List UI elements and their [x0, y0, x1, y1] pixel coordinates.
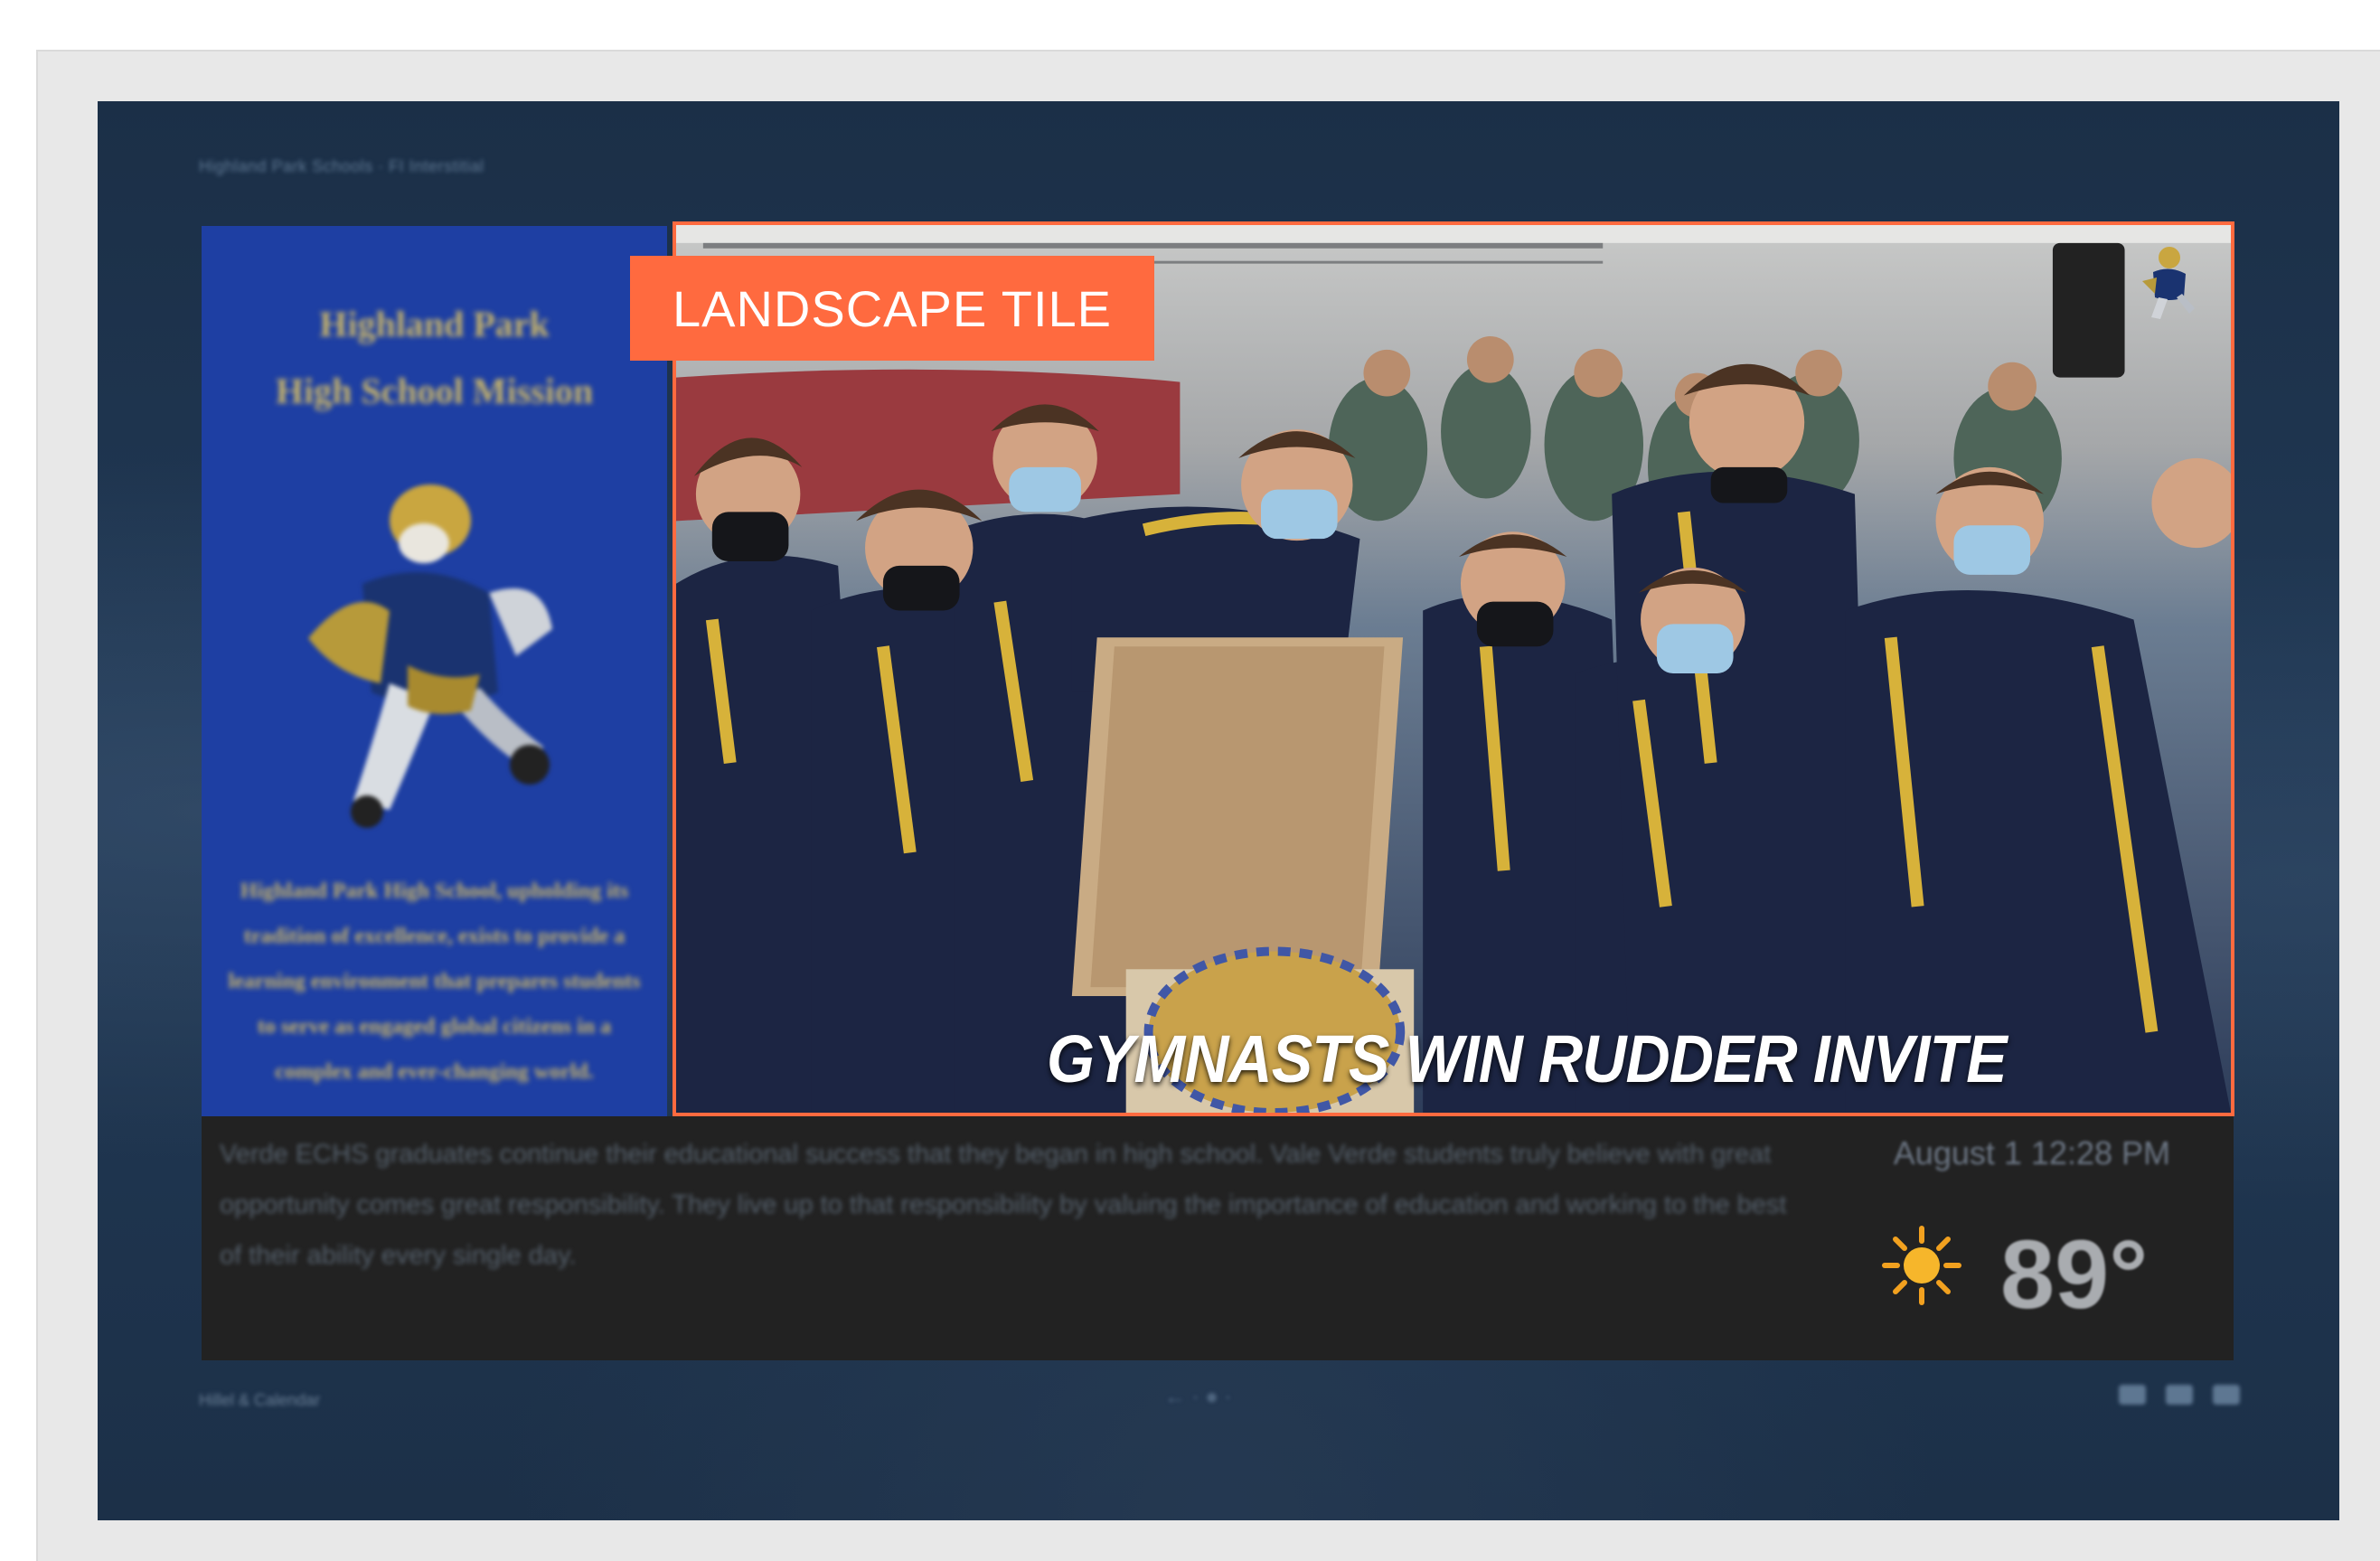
- mission-title: Highland Park High School Mission: [202, 291, 667, 425]
- landscape-tile-badge: LANDSCAPE TILE: [630, 256, 1154, 361]
- footer-pager: ← · ● ·: [1164, 1385, 1232, 1409]
- date-time: August 1 12:28 PM: [1893, 1134, 2170, 1171]
- scot-mascot-icon: [2142, 247, 2195, 319]
- footer-label: Hillel & Calendar: [199, 1391, 321, 1409]
- tile-headline: GYMNASTS WIN RUDDER INVITE: [1047, 1021, 2008, 1096]
- ticker-text: Verde ECHS graduates continue their educ…: [220, 1140, 1787, 1270]
- status-icon: [2166, 1385, 2193, 1405]
- mission-title-line2: High School Mission: [275, 371, 594, 411]
- mission-panel: Highland Park High School Mission Highla…: [202, 226, 667, 1116]
- mission-body: Highland Park High School, upholding its…: [228, 879, 641, 1084]
- mission-title-line1: Highland Park: [319, 304, 550, 344]
- signage-screen-preview: Highland Park Schools · FI Interstitial …: [98, 101, 2339, 1520]
- news-ticker: Verde ECHS graduates continue their educ…: [202, 1116, 2234, 1360]
- status-icon: [2119, 1385, 2146, 1405]
- sun-icon: [1882, 1226, 1961, 1305]
- breadcrumb: Highland Park Schools · FI Interstitial: [199, 157, 484, 175]
- status-icon: [2213, 1385, 2240, 1405]
- footer-status-icons: [2119, 1385, 2240, 1405]
- scot-mascot-icon: [307, 484, 552, 828]
- temperature: 89°: [2000, 1219, 2149, 1329]
